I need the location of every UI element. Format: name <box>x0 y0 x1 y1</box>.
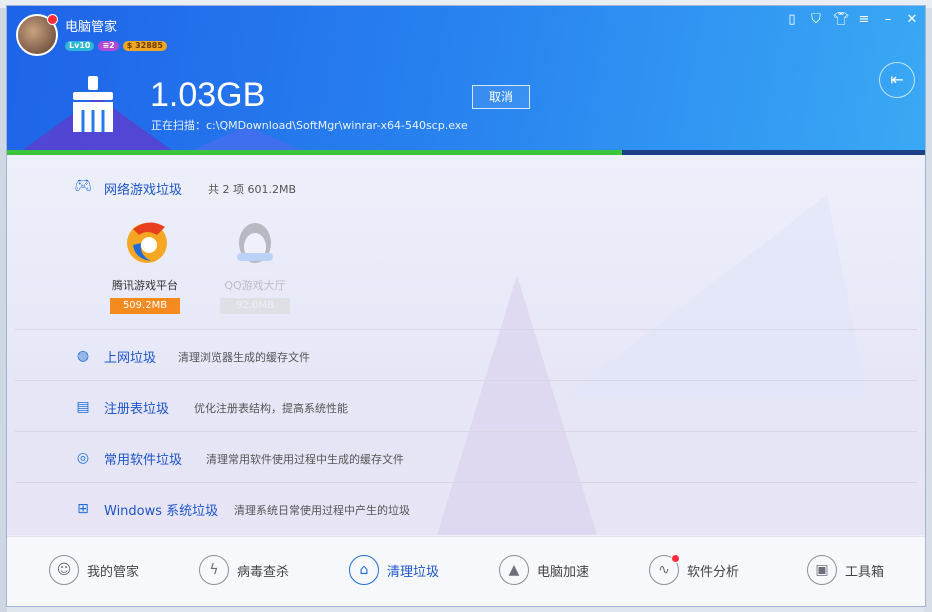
phone-icon[interactable]: ▯ <box>785 12 799 27</box>
qq-penguin-logo <box>237 223 273 263</box>
analysis-icon: ∿ <box>649 554 680 585</box>
window-controls: ▯ ⛉ 👕︎ ≡ – ✕ <box>785 12 919 27</box>
nav-label: 病毒查杀 <box>237 564 290 580</box>
nav-virus-scan[interactable]: ϟ 病毒查杀 <box>199 555 289 585</box>
section-name[interactable]: 注册表垃圾 <box>104 398 169 417</box>
cancel-button[interactable]: 取消 <box>472 85 530 109</box>
section-desc: 清理系统日常使用过程中产生的垃圾 <box>234 504 410 517</box>
toolbox-icon: ▣ <box>807 555 837 585</box>
gamepad-icon: 🎮︎ <box>74 178 92 194</box>
app-title: 电脑管家 <box>65 20 118 35</box>
tencent-games-logo <box>127 222 167 263</box>
scan-size: 1.03GB <box>150 76 266 114</box>
section-name[interactable]: 上网垃圾 <box>104 347 156 366</box>
shirt-icon[interactable]: 👕︎ <box>833 12 850 27</box>
globe-icon: ◍ <box>76 348 90 364</box>
menu-icon[interactable]: ≡ <box>857 12 871 27</box>
section-desc: 清理常用软件使用过程中生成的缓存文件 <box>206 453 404 466</box>
nav-speedup[interactable]: ▲ 电脑加速 <box>499 555 589 585</box>
desktop-background-right <box>924 8 932 612</box>
tile-label: 腾讯游戏平台 <box>112 279 178 292</box>
section-windows-junk[interactable]: ⊞ Windows 系统垃圾 清理系统日常使用过程中产生的垃圾 <box>15 483 917 533</box>
nav-label: 软件分析 <box>687 564 740 580</box>
desktop-background-left <box>0 8 7 612</box>
game-tile[interactable]: QQ游戏大厅 92.0MB <box>215 215 295 314</box>
section-desc: 优化注册表结构，提高系统性能 <box>194 402 348 415</box>
tile-size: 509.2MB <box>110 298 180 314</box>
section-name[interactable]: 网络游戏垃圾 <box>104 179 182 198</box>
notification-dot <box>671 554 680 563</box>
nav-cleanup[interactable]: ⌂ 清理垃圾 <box>349 555 439 585</box>
tile-label: QQ游戏大厅 <box>224 279 286 292</box>
avatar[interactable] <box>16 14 58 56</box>
level-badge[interactable]: Lv10 <box>65 41 95 51</box>
section-web-junk[interactable]: ◍ 上网垃圾 清理浏览器生成的缓存文件 <box>15 330 917 381</box>
rocket-icon: ▲ <box>499 555 529 585</box>
bottom-navigation: ☺ 我的管家 ϟ 病毒查杀 ⌂ 清理垃圾 ▲ 电脑加速 ∿ 软件分析 ▣ 工具箱 <box>7 536 925 606</box>
section-software-junk[interactable]: ◎ 常用软件垃圾 清理常用软件使用过程中生成的缓存文件 <box>15 432 917 483</box>
section-desc: 清理浏览器生成的缓存文件 <box>178 351 310 364</box>
game-tile[interactable]: 腾讯游戏平台 509.2MB <box>105 215 185 314</box>
nav-label: 工具箱 <box>845 564 885 580</box>
close-icon[interactable]: ✕ <box>905 12 919 27</box>
disk-icon: ◎ <box>76 450 90 466</box>
nav-toolbox[interactable]: ▣ 工具箱 <box>807 555 884 585</box>
section-summary: 共 2 项 601.2MB <box>208 183 297 196</box>
section-name[interactable]: Windows 系统垃圾 <box>104 500 218 519</box>
user-badges: Lv10 ≡2 $ 32885 <box>65 41 167 51</box>
header-banner: 电脑管家 Lv10 ≡2 $ 32885 ▯ ⛉ 👕︎ ≡ – ✕ ⇤ 1.03… <box>7 6 925 154</box>
nav-label: 我的管家 <box>87 564 140 580</box>
butler-icon: ☺ <box>49 555 79 585</box>
cleanup-list: 🎮︎ 网络游戏垃圾 共 2 项 601.2MB 腾讯游戏平台 509.2MB Q… <box>7 155 925 535</box>
side-panel-icon[interactable]: ⇤ <box>879 62 915 98</box>
nav-my-butler[interactable]: ☺ 我的管家 <box>49 555 139 585</box>
nav-software-analysis[interactable]: ∿ 软件分析 <box>649 554 740 585</box>
lightning-icon: ϟ <box>199 555 229 585</box>
section-name[interactable]: 常用软件垃圾 <box>104 449 182 468</box>
broom-icon <box>73 76 113 132</box>
section-registry-junk[interactable]: ▤ 注册表垃圾 优化注册表结构，提高系统性能 <box>15 381 917 432</box>
section-game-junk: 🎮︎ 网络游戏垃圾 共 2 项 601.2MB 腾讯游戏平台 509.2MB Q… <box>15 155 917 330</box>
nav-label: 电脑加速 <box>537 564 590 580</box>
coins-badge[interactable]: $ 32885 <box>122 41 167 51</box>
registry-icon: ▤ <box>76 399 90 415</box>
tile-size: 92.0MB <box>220 298 290 314</box>
vip-badge[interactable]: ≡2 <box>98 41 119 51</box>
windows-icon: ⊞ <box>77 501 89 517</box>
pc-manager-window: 电脑管家 Lv10 ≡2 $ 32885 ▯ ⛉ 👕︎ ≡ – ✕ ⇤ 1.03… <box>7 6 925 606</box>
cleanup-icon: ⌂ <box>349 555 379 585</box>
nav-label: 清理垃圾 <box>387 564 440 580</box>
minimize-icon[interactable]: – <box>881 12 895 27</box>
shield-icon[interactable]: ⛉ <box>809 12 823 27</box>
scan-status: 正在扫描：c:\QMDownload\SoftMgr\winrar-x64-54… <box>151 119 468 132</box>
notification-dot <box>47 14 58 25</box>
